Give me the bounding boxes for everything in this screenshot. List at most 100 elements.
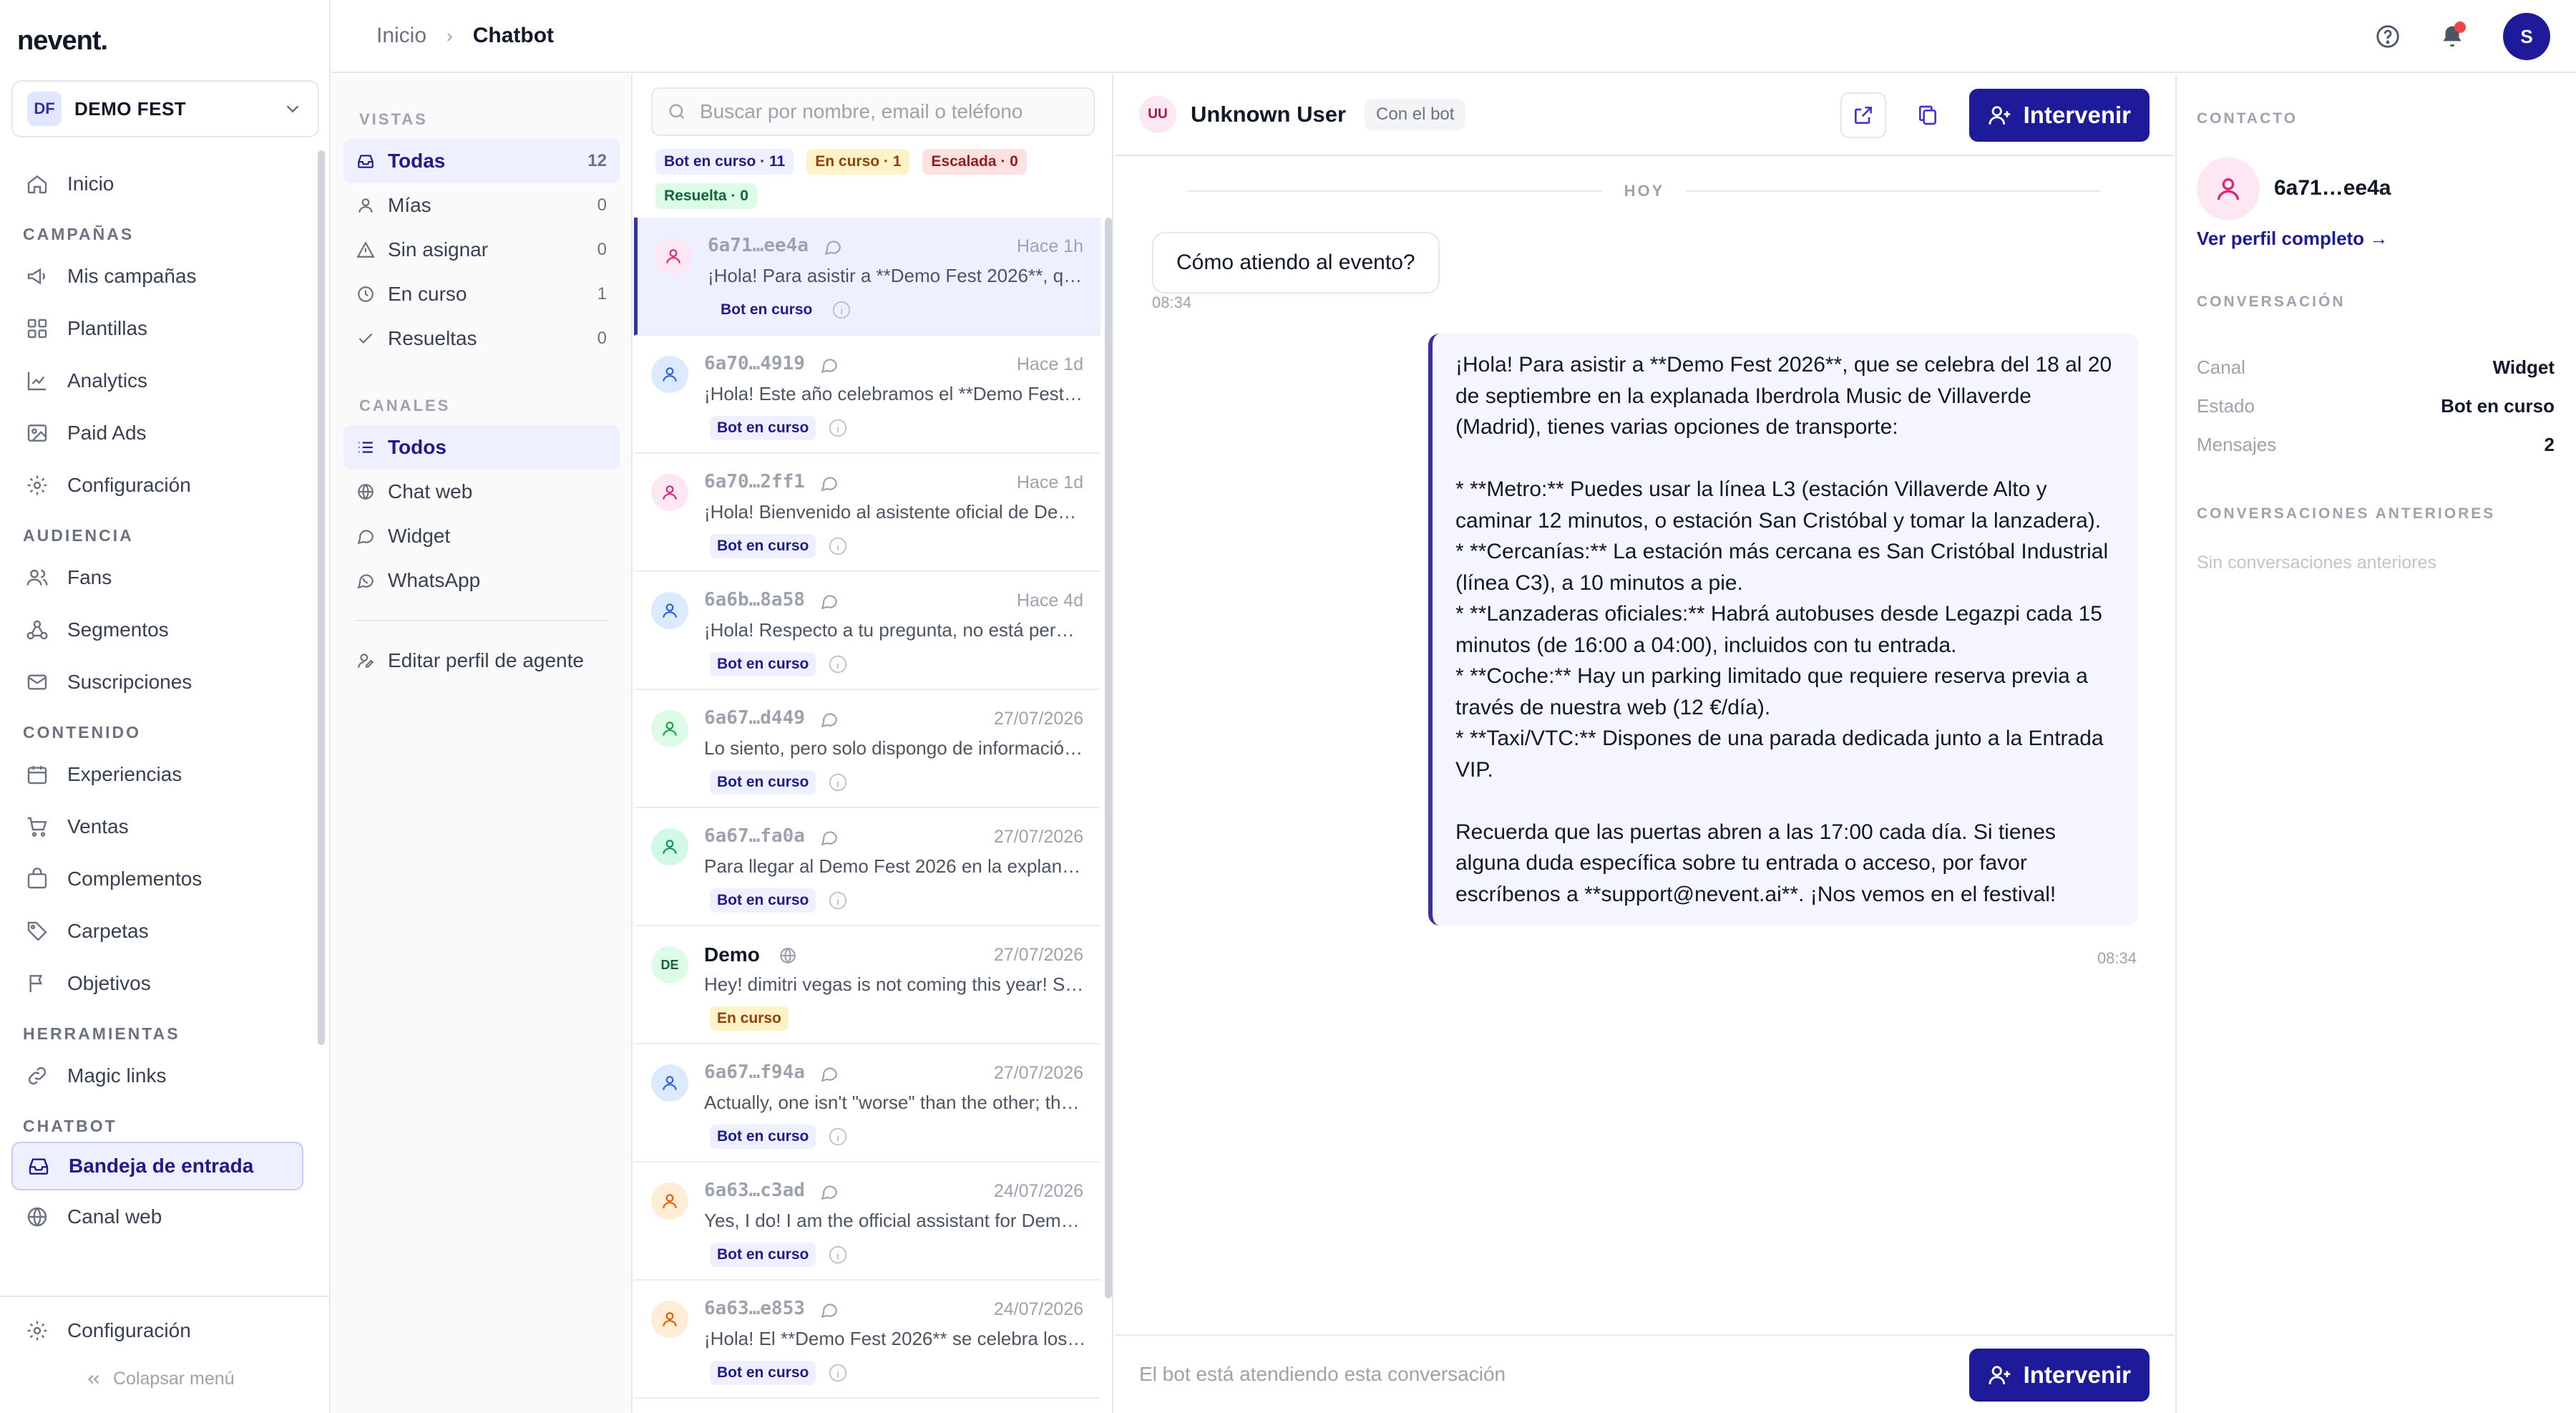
conversation-status-badge: Bot en curso	[710, 1361, 816, 1385]
sidebar-item-label: Configuración	[67, 1319, 191, 1341]
help-icon[interactable]	[2374, 23, 2401, 50]
conversation-item[interactable]: DE Demo 27/07/2026 Hey! dimitri vegas is no…	[634, 926, 1101, 1044]
sidebar-item-canal-web[interactable]: Canal web	[0, 1190, 315, 1243]
open-external-button[interactable]	[1840, 92, 1886, 138]
view-full-profile-link[interactable]: Ver perfil completo →	[2197, 228, 2388, 250]
collapse-menu-button[interactable]: Colapsar menú	[84, 1369, 235, 1389]
filter-bot-en-curso[interactable]: Bot en curso · 11	[655, 149, 794, 175]
conversation-list: Buscar por nombre, email o teléfono Bot …	[634, 74, 1113, 1413]
chevron-down-icon	[286, 105, 299, 113]
copy-button[interactable]	[1905, 92, 1951, 138]
sidebar-item-plantillas[interactable]: Plantillas	[0, 302, 315, 354]
channel-whatsapp[interactable]: WhatsApp	[343, 558, 620, 603]
conversation-item[interactable]: 6a67…f94a 27/07/2026 Actually, one isn't "…	[634, 1044, 1101, 1162]
conversation-status-badge: Bot en curso	[710, 1243, 816, 1267]
view-en-curso[interactable]: En curso 1	[343, 272, 620, 316]
view-label: Mías	[388, 194, 431, 216]
sidebar-item-inicio[interactable]: Inicio	[0, 157, 315, 210]
chat-bubble-icon	[821, 713, 837, 728]
sidebar-item-experiencias[interactable]: Experiencias	[0, 748, 315, 800]
user-icon	[663, 485, 677, 500]
sidebar-item-configuracion[interactable]: Configuración	[0, 1304, 331, 1356]
conversation-time: 27/07/2026	[993, 1063, 1083, 1083]
breadcrumb-current: Chatbot	[472, 24, 555, 47]
intervene-button-footer[interactable]: Intervenir	[1968, 1349, 2150, 1402]
view-resueltas[interactable]: Resueltas 0	[343, 316, 620, 361]
sidebar-item-bandeja[interactable]: Bandeja de entrada	[11, 1142, 303, 1190]
chat-actions: Intervenir	[1840, 89, 2150, 142]
conversation-item[interactable]: 6a71…ee4a Hace 1h ¡Hola! Para asistir a **…	[634, 218, 1101, 336]
info-value: Widget	[2492, 356, 2555, 378]
external-link-icon	[1854, 107, 1872, 124]
info-icon[interactable]	[827, 654, 849, 675]
info-icon[interactable]	[827, 772, 849, 793]
conversation-item[interactable]: 6a6b…8a58 Hace 4d ¡Hola! Respecto a tu pre…	[634, 572, 1101, 690]
list-scrollbar[interactable]	[1105, 218, 1112, 1298]
home-icon	[27, 175, 47, 193]
sidebar-scrollbar[interactable]	[318, 150, 325, 1045]
conversation-item[interactable]: 6a63…c3ad 24/07/2026 Yes, I do! I am the o…	[634, 1162, 1101, 1281]
sidebar-item-label: Suscripciones	[67, 670, 192, 693]
info-icon[interactable]	[827, 1362, 849, 1384]
filter-escalada[interactable]: Escalada · 0	[922, 149, 1027, 175]
info-icon[interactable]	[831, 299, 852, 321]
user-icon	[666, 249, 680, 263]
channel-widget[interactable]: Widget	[343, 514, 620, 558]
flag-icon	[29, 974, 43, 992]
sidebar-item-label: Carpetas	[67, 919, 149, 942]
view-todas[interactable]: Todas 12	[343, 139, 620, 183]
info-icon[interactable]	[827, 1126, 849, 1147]
conversation-item[interactable]: 6a67…fa0a 27/07/2026 Para llegar al Demo F…	[634, 808, 1101, 926]
info-icon[interactable]	[827, 890, 849, 911]
sidebar-item-objetivos[interactable]: Objetivos	[0, 957, 315, 1009]
user-avatar[interactable]: S	[2503, 13, 2550, 60]
info-icon[interactable]	[827, 535, 849, 557]
org-switcher[interactable]: DF DEMO FEST	[11, 80, 319, 137]
conversation-preview: ¡Hola! El **Demo Fest 2026** se celebra …	[704, 1328, 1088, 1349]
app-logo[interactable]: nevent.	[17, 26, 108, 57]
edit-agent-profile[interactable]: Editar perfil de agente	[343, 638, 620, 683]
conversation-preview: ¡Hola! Respecto a tu pregunta, no está p…	[704, 619, 1088, 641]
view-label: Todas	[388, 150, 446, 172]
sidebar-item-ventas[interactable]: Ventas	[0, 800, 315, 853]
sidebar-item-carpetas[interactable]: Carpetas	[0, 905, 315, 957]
channel-todos[interactable]: Todos	[343, 425, 620, 470]
conversation-item[interactable]: 6a70…2ff1 Hace 1d ¡Hola! Bienvenido al asi…	[634, 454, 1101, 572]
sidebar-item-analytics[interactable]: Analytics	[0, 354, 315, 407]
sidebar-bottom: Configuración	[0, 1296, 331, 1356]
conversation-item[interactable]: 6a70…4919 Hace 1d ¡Hola! Este año celebram…	[634, 336, 1101, 454]
intervene-label: Intervenir	[2023, 1361, 2131, 1388]
search-input[interactable]: Buscar por nombre, email o teléfono	[651, 87, 1095, 136]
sidebar-item-segmentos[interactable]: Segmentos	[0, 603, 315, 656]
info-icon[interactable]	[827, 417, 849, 439]
sidebar-item-paid-ads[interactable]: Paid Ads	[0, 407, 315, 459]
copy-icon	[1918, 105, 1936, 125]
conversation-avatar	[651, 828, 688, 865]
sidebar-item-fans[interactable]: Fans	[0, 551, 315, 603]
warning-icon	[356, 241, 375, 258]
view-mias[interactable]: Mías 0	[343, 183, 620, 228]
view-sin-asignar[interactable]: Sin asignar 0	[343, 228, 620, 272]
message-outgoing-time: 08:34	[2097, 949, 2137, 967]
sidebar-item-complementos[interactable]: Complementos	[0, 853, 315, 905]
collapse-label: Colapsar menú	[113, 1369, 235, 1389]
sidebar-item-label: Paid Ads	[67, 421, 147, 444]
conversation-item[interactable]: 6a67…d449 27/07/2026 Lo siento, pero solo …	[634, 690, 1101, 808]
sidebar-item-suscripciones[interactable]: Suscripciones	[0, 656, 315, 708]
info-icon[interactable]	[827, 1244, 849, 1266]
sidebar-item-label: Analytics	[67, 369, 148, 392]
filter-resuelta[interactable]: Resuelta · 0	[655, 183, 757, 209]
conversation-item[interactable]: 6a63…e853 24/07/2026 ¡Hola! El **Demo Fest…	[634, 1281, 1101, 1399]
chat-user-avatar: UU	[1139, 96, 1176, 133]
sidebar-item-configuracion-campanas[interactable]: Configuración	[0, 459, 315, 511]
intervene-button[interactable]: Intervenir	[1968, 89, 2150, 142]
sidebar-item-magic-links[interactable]: Magic links	[0, 1049, 315, 1102]
sidebar-item-label: Segmentos	[67, 618, 169, 641]
sidebar-item-label: Canal web	[67, 1205, 162, 1228]
conversation-time: 27/07/2026	[993, 709, 1083, 729]
sidebar-item-mis-campanas[interactable]: Mis campañas	[0, 250, 315, 302]
status-filters: Bot en curso · 11 En curso · 1 Escalada …	[655, 149, 1095, 209]
filter-en-curso[interactable]: En curso · 1	[806, 149, 910, 175]
channel-chat-web[interactable]: Chat web	[343, 470, 620, 514]
breadcrumb-home[interactable]: Inicio	[376, 24, 426, 48]
